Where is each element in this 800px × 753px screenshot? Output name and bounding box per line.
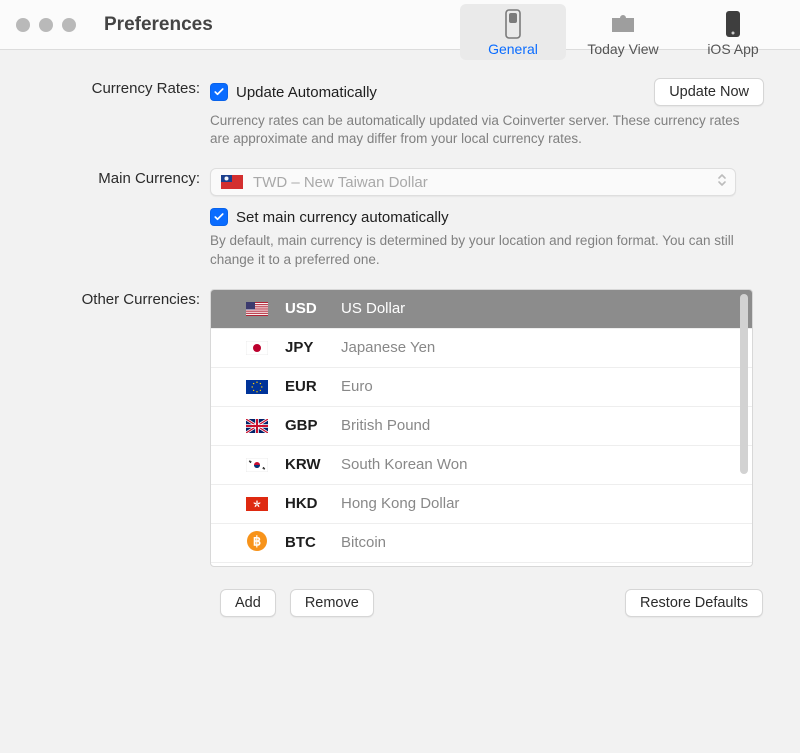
tab-general[interactable]: General (460, 4, 566, 60)
currency-code: EUR (285, 378, 341, 395)
currency-name: Hong Kong Dollar (341, 495, 459, 512)
currency-row-krw[interactable]: KRW South Korean Won (211, 446, 752, 485)
tab-label: Today View (574, 41, 672, 57)
currency-name: South Korean Won (341, 456, 467, 473)
main-currency-description: By default, main currency is determined … (210, 232, 778, 268)
set-main-currency-auto-checkbox[interactable]: Set main currency automatically (210, 208, 778, 226)
preferences-toolbar: General Today View iOS App (460, 4, 786, 60)
currency-row-gbp[interactable]: GBP British Pound (211, 407, 752, 446)
add-button[interactable]: Add (220, 589, 276, 617)
puzzle-icon (574, 9, 672, 39)
other-currencies-label: Other Currencies: (0, 289, 210, 567)
currency-rates-description: Currency rates can be automatically upda… (210, 112, 778, 148)
main-currency-row: Main Currency: TWD – New Taiwan Dollar (0, 168, 778, 268)
checkbox-label: Update Automatically (236, 84, 377, 101)
tab-today-view[interactable]: Today View (570, 4, 676, 60)
chevron-updown-icon (717, 172, 727, 192)
checkbox-checked-icon (210, 208, 228, 226)
currency-name: Euro (341, 378, 373, 395)
traffic-zoom-icon[interactable] (62, 18, 76, 32)
tab-label: General (464, 41, 562, 57)
switch-icon (464, 9, 562, 39)
currency-rates-row: Currency Rates: Update Automatically Upd… (0, 78, 778, 148)
currency-name: Japanese Yen (341, 339, 435, 356)
currency-code: HKD (285, 495, 341, 512)
flag-kr-icon (246, 458, 268, 472)
other-currencies-row: Other Currencies: USD US Dollar JPY Japa… (0, 289, 778, 567)
restore-defaults-button[interactable]: Restore Defaults (625, 589, 763, 617)
remove-button[interactable]: Remove (290, 589, 374, 617)
currency-row-jpy[interactable]: JPY Japanese Yen (211, 329, 752, 368)
other-currencies-list[interactable]: USD US Dollar JPY Japanese Yen EUR Euro (210, 289, 753, 567)
traffic-close-icon[interactable] (16, 18, 30, 32)
currency-name: US Dollar (341, 300, 405, 317)
phone-icon (684, 9, 782, 39)
checkbox-label: Set main currency automatically (236, 209, 449, 226)
main-currency-label: Main Currency: (0, 168, 210, 268)
update-now-button[interactable]: Update Now (654, 78, 764, 106)
currency-code: JPY (285, 339, 341, 356)
flag-jp-icon (246, 341, 268, 355)
currency-row-hkd[interactable]: HKD Hong Kong Dollar (211, 485, 752, 524)
flag-tw-icon (221, 175, 243, 189)
tab-label: iOS App (684, 41, 782, 57)
traffic-minimize-icon[interactable] (39, 18, 53, 32)
flag-gb-icon (246, 419, 268, 433)
tab-ios-app[interactable]: iOS App (680, 4, 786, 60)
flag-eu-icon (246, 380, 268, 394)
currency-row-eur[interactable]: EUR Euro (211, 368, 752, 407)
traffic-lights (16, 18, 76, 32)
currency-code: GBP (285, 417, 341, 434)
currency-row-btc[interactable]: ฿ BTC Bitcoin (211, 524, 752, 563)
bitcoin-icon: ฿ (247, 531, 267, 555)
select-value: TWD – New Taiwan Dollar (253, 174, 428, 191)
currency-code: KRW (285, 456, 341, 473)
currency-code: USD (285, 300, 341, 317)
currency-row-usd[interactable]: USD US Dollar (211, 290, 752, 329)
currency-code: BTC (285, 534, 341, 551)
checkbox-checked-icon (210, 83, 228, 101)
flag-us-icon (246, 302, 268, 316)
bottom-button-bar: Add Remove Restore Defaults (220, 589, 763, 617)
scrollbar-thumb[interactable] (740, 294, 748, 474)
main-currency-select[interactable]: TWD – New Taiwan Dollar (210, 168, 736, 196)
preferences-panel: Currency Rates: Update Automatically Upd… (0, 50, 800, 637)
update-automatically-checkbox[interactable]: Update Automatically (210, 83, 377, 101)
currency-name: British Pound (341, 417, 430, 434)
flag-hk-icon (246, 497, 268, 511)
svg-text:฿: ฿ (253, 533, 261, 548)
window-title: Preferences (104, 14, 213, 36)
currency-rates-label: Currency Rates: (0, 78, 210, 148)
currency-name: Bitcoin (341, 534, 386, 551)
